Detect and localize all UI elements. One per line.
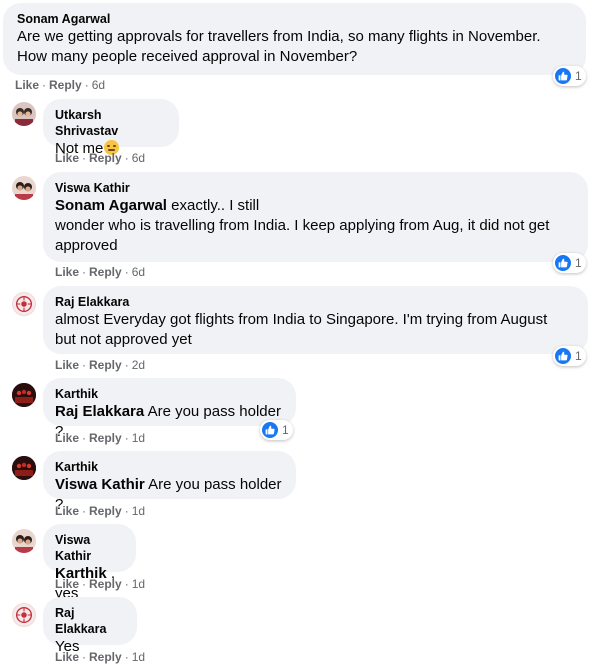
comment-author[interactable]: Karthik <box>55 459 284 475</box>
mention-link[interactable]: Raj Elakkara <box>55 403 144 420</box>
timestamp[interactable]: 6d <box>92 78 105 92</box>
comment-author[interactable]: Karthik <box>55 386 284 402</box>
like-link[interactable]: Like <box>55 151 79 165</box>
comment-actions: Like · Reply · 1d <box>55 650 146 664</box>
comment-bubble: Raj Elakkara almost Everyday got flights… <box>43 286 588 354</box>
reply-link[interactable]: Reply <box>89 577 122 591</box>
comment-author[interactable]: Viswa Kathir <box>55 532 124 564</box>
reaction-count[interactable]: 1 <box>260 420 293 440</box>
like-link[interactable]: Like <box>55 431 79 445</box>
mention-link[interactable]: Viswa Kathir <box>55 476 145 493</box>
avatar[interactable] <box>12 176 36 200</box>
reply-link[interactable]: Reply <box>89 504 122 518</box>
thumbs-up-icon <box>555 68 571 84</box>
comment-bubble: Karthik Raj Elakkara Are you pass holder… <box>43 378 296 440</box>
comment-author[interactable]: Raj Elakkara <box>55 294 576 310</box>
reaction-count[interactable]: 1 <box>553 346 586 366</box>
timestamp[interactable]: 1d <box>132 431 145 445</box>
comment-author[interactable]: Raj Elakkara <box>55 605 125 637</box>
comment-actions: Like · Reply · 1d <box>55 577 146 591</box>
avatar[interactable] <box>12 529 36 553</box>
comment-bubble: Viswa Kathir Sonam Agarwal exactly.. I s… <box>43 172 588 262</box>
comment-text: Are we getting approvals for travellers … <box>17 28 541 65</box>
comment-bubble: Utkarsh Shrivastav Not me <box>43 99 179 157</box>
like-link[interactable]: Like <box>15 78 39 92</box>
comment-bubble: Sonam Agarwal Are we getting approvals f… <box>3 3 586 75</box>
like-link[interactable]: Like <box>55 577 79 591</box>
avatar[interactable] <box>12 456 36 480</box>
reply-link[interactable]: Reply <box>89 431 122 445</box>
comment-actions: Like · Reply · 6d <box>55 151 146 165</box>
reaction-count[interactable]: 1 <box>553 253 586 273</box>
reply-link[interactable]: Reply <box>89 151 122 165</box>
like-link[interactable]: Like <box>55 504 79 518</box>
comment-bubble: Raj Elakkara Yes <box>43 597 137 655</box>
comment-bubble: Karthik Viswa Kathir Are you pass holder… <box>43 451 296 513</box>
like-link[interactable]: Like <box>55 265 79 279</box>
avatar[interactable] <box>12 383 36 407</box>
comment-author[interactable]: Sonam Agarwal <box>17 11 572 27</box>
comment-author[interactable]: Viswa Kathir <box>55 180 576 196</box>
comment-actions: Like · Reply · 2d <box>55 358 146 372</box>
comment-text: almost Everyday got flights from India t… <box>55 311 548 348</box>
reaction-count[interactable]: 1 <box>553 66 586 86</box>
timestamp[interactable]: 1d <box>132 577 145 591</box>
comment-actions: Like · Reply · 1d <box>55 431 146 445</box>
timestamp[interactable]: 6d <box>132 151 145 165</box>
reply-link[interactable]: Reply <box>89 650 122 664</box>
reply-link[interactable]: Reply <box>89 358 122 372</box>
timestamp[interactable]: 1d <box>132 650 145 664</box>
like-link[interactable]: Like <box>55 650 79 664</box>
avatar[interactable] <box>12 102 36 126</box>
like-link[interactable]: Like <box>55 358 79 372</box>
thumbs-up-icon <box>262 422 278 438</box>
comment-actions: Like · Reply · 6d <box>15 78 106 92</box>
timestamp[interactable]: 2d <box>132 358 145 372</box>
reply-link[interactable]: Reply <box>49 78 82 92</box>
timestamp[interactable]: 1d <box>132 504 145 518</box>
comment-bubble: Viswa Kathir Karthik , yes <box>43 524 136 602</box>
thumbs-up-icon <box>555 255 571 271</box>
comment-text: Sonam Agarwal exactly.. I still wonder w… <box>55 197 550 254</box>
comment-actions: Like · Reply · 1d <box>55 504 146 518</box>
comment-author[interactable]: Utkarsh Shrivastav <box>55 107 167 139</box>
avatar[interactable] <box>12 603 36 627</box>
avatar[interactable] <box>12 292 36 316</box>
comment-actions: Like · Reply · 6d <box>55 265 146 279</box>
reply-link[interactable]: Reply <box>89 265 122 279</box>
mention-link[interactable]: Sonam Agarwal <box>55 197 167 214</box>
thumbs-up-icon <box>555 348 571 364</box>
timestamp[interactable]: 6d <box>132 265 145 279</box>
